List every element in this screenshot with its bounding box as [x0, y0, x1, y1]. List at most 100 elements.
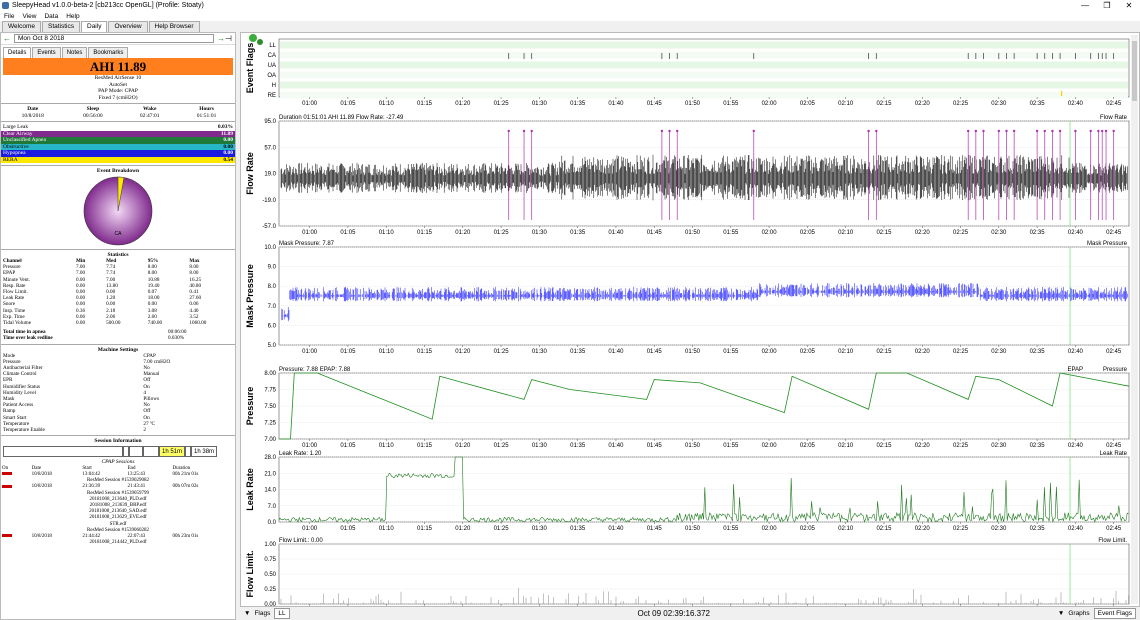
session-segment-selected[interactable]: 1h 51m: [159, 446, 186, 458]
menu-data[interactable]: Data: [44, 13, 58, 20]
y-tick-label: 21.0: [264, 471, 276, 477]
wake-time: 02:47:01: [139, 112, 160, 119]
tab-bookmarks[interactable]: Bookmarks: [88, 47, 129, 58]
y-tick-label: -57.0: [262, 224, 276, 230]
close-button[interactable]: ✕: [1118, 1, 1140, 10]
tab-help-browser[interactable]: Help Browser: [148, 21, 200, 32]
x-tick-label: 02:05: [800, 230, 816, 236]
x-tick-label: 01:20: [455, 101, 471, 107]
graph-area: Event Flags LL CA UA OA H RE 01:00 01:05 01:10 01:…: [240, 32, 1140, 607]
x-tick-label: 01:45: [647, 443, 663, 449]
x-tick-label: 02:15: [876, 230, 892, 236]
y-tick-label: H: [272, 83, 276, 89]
app-icon: [2, 2, 9, 9]
sleep-start: 00:56:00: [83, 112, 103, 119]
x-tick-label: 01:10: [379, 443, 395, 449]
y-tick-label: 28.0: [264, 455, 276, 461]
event-row[interactable]: RERA 0.54: [1, 156, 235, 163]
session-file-name: 20181008_214442_PLD.edf: [89, 540, 147, 546]
y-tick-label: 95.0: [264, 119, 276, 125]
x-tick-label: 01:45: [647, 230, 663, 236]
tab-overview[interactable]: Overview: [108, 21, 148, 32]
y-tick-label: 1.00: [264, 542, 276, 548]
x-tick-label: 02:05: [800, 349, 816, 355]
y-tick-label: 0.25: [264, 587, 276, 593]
x-tick-label: 01:05: [340, 349, 356, 355]
x-tick-label: 01:00: [302, 230, 318, 236]
x-tick-label: 01:05: [340, 443, 356, 449]
tab-statistics[interactable]: Statistics: [41, 21, 80, 32]
x-tick-label: 01:40: [608, 443, 624, 449]
x-tick-label: 01:55: [723, 101, 739, 107]
session-file[interactable]: 20181008_214442_PLD.edf: [1, 540, 235, 546]
tab-events[interactable]: Events: [32, 47, 61, 58]
session-segment[interactable]: [3, 446, 123, 458]
x-tick-label: 02:40: [1068, 101, 1084, 107]
maximize-button[interactable]: ❐: [1096, 1, 1118, 10]
x-tick-label: 02:35: [1030, 230, 1046, 236]
x-tick-label: 01:10: [379, 349, 395, 355]
flag-select[interactable]: LL: [274, 608, 290, 619]
minimize-button[interactable]: —: [1074, 1, 1096, 10]
graph-header: Pressure: 7.88 EPAP: 7.88: [279, 367, 351, 373]
device-info: ResMed AirSense 10 AutoSet PAP Mode: CPA…: [1, 75, 235, 101]
date-navigation: ← Mon Oct 8 2018 → ⊣: [1, 33, 235, 45]
leak-redline-label: Time over leak redline: [3, 335, 53, 342]
y-tick-label: RE: [268, 93, 276, 99]
x-tick-label: 02:10: [838, 101, 854, 107]
tab-notes[interactable]: Notes: [61, 47, 88, 58]
sleep-times-table: Date Sleep Wake Hours 10/8/2018 00:56:00…: [1, 106, 235, 119]
x-tick-label: 01:45: [647, 526, 663, 532]
date-picker[interactable]: Mon Oct 8 2018: [14, 34, 214, 43]
x-tick-label: 01:55: [723, 349, 739, 355]
y-tick-label: 57.0: [264, 145, 276, 151]
session-segment-total[interactable]: 1h 38m: [191, 446, 218, 458]
graph-scrollbar[interactable]: [1131, 35, 1138, 604]
event-indices-table: Large Leak 0.03% Clear Airway 11.89 Unclassi…: [1, 124, 235, 163]
y-tick-label: 8.00: [264, 371, 276, 377]
x-tick-label: 01:25: [494, 101, 510, 107]
tab-daily[interactable]: Daily: [81, 21, 108, 32]
x-tick-label: 01:20: [455, 349, 471, 355]
tab-details[interactable]: Details: [3, 47, 32, 58]
next-day-arrow-icon[interactable]: →: [217, 34, 225, 43]
event-name: RERA: [3, 156, 18, 163]
stats-cell: 500.00: [106, 320, 121, 327]
setting-name: Temperature Enable: [3, 427, 45, 434]
scroll-thumb[interactable]: [1132, 41, 1137, 101]
session-segment[interactable]: [143, 446, 159, 458]
x-tick-label: 02:20: [915, 101, 931, 107]
x-tick-label: 01:00: [302, 101, 318, 107]
y-tick-label: 6.0: [268, 323, 277, 329]
x-tick-label: 01:25: [494, 526, 510, 532]
y-tick-label: UA: [268, 63, 276, 69]
tab-welcome[interactable]: Welcome: [2, 21, 41, 32]
event-breakdown-title: Event Breakdown: [96, 168, 140, 174]
pin-icon[interactable]: [249, 34, 257, 42]
graph-title: Leak Rate: [245, 468, 255, 511]
x-tick-label: 02:15: [876, 526, 892, 532]
graph-title: Flow Limit.: [245, 551, 255, 598]
x-tick-label: 01:25: [494, 230, 510, 236]
y-tick-label: 19.0: [264, 172, 276, 178]
x-tick-label: 02:35: [1030, 349, 1046, 355]
prev-day-arrow-icon[interactable]: ←: [3, 34, 11, 43]
menu-file[interactable]: File: [4, 13, 14, 20]
x-tick-label: 01:15: [417, 349, 433, 355]
pin-icon[interactable]: [257, 39, 263, 45]
x-tick-label: 02:00: [762, 349, 778, 355]
graph-canvas[interactable]: Event Flags LL CA UA OA H RE 01:00 01:05 01:10 01:…: [241, 33, 1139, 606]
menu-view[interactable]: View: [22, 13, 36, 20]
x-tick-label: 02:25: [953, 443, 969, 449]
menu-help[interactable]: Help: [66, 13, 79, 20]
x-tick-label: 01:05: [340, 101, 356, 107]
y-tick-label: 7.50: [264, 404, 276, 410]
flags-dropdown-icon[interactable]: ▼: [244, 610, 250, 617]
graph-select[interactable]: Event Flags: [1093, 608, 1136, 619]
x-tick-label: 01:50: [685, 101, 701, 107]
graphs-dropdown-icon[interactable]: ▼: [1058, 610, 1064, 617]
session-segment[interactable]: [129, 446, 143, 458]
event-breakdown-pie: CA: [83, 176, 153, 246]
today-icon[interactable]: ⊣: [225, 34, 233, 43]
x-tick-label: 01:15: [417, 443, 433, 449]
